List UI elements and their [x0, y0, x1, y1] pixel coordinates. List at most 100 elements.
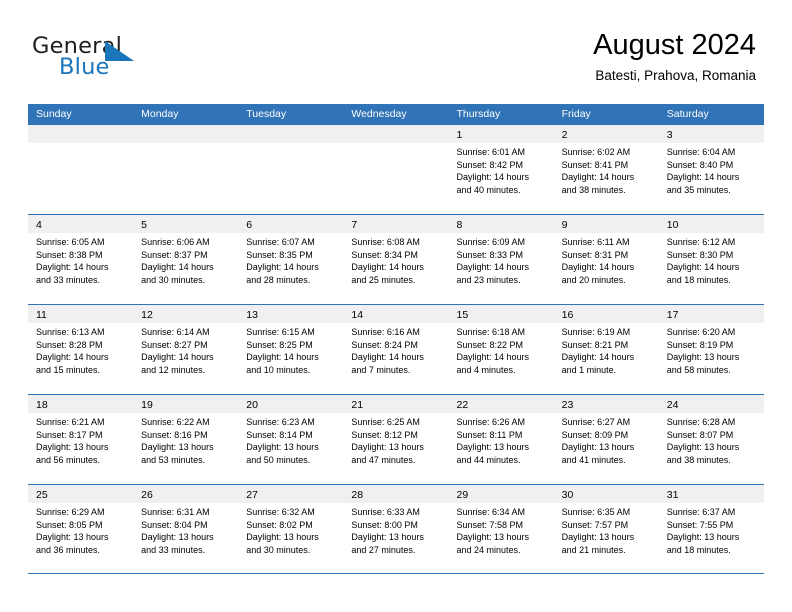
day-details: Sunrise: 6:28 AM Sunset: 8:07 PM Daylight:…	[659, 413, 764, 466]
calendar-week-row: 25 Sunrise: 6:29 AM Sunset: 8:05 PM Dayligh…	[28, 484, 764, 574]
day-number: 9	[561, 219, 568, 231]
day-number-band: 25	[28, 485, 134, 503]
sunrise-text: Sunrise: 6:15 AM	[246, 327, 315, 337]
day-details: Sunrise: 6:12 AM Sunset: 8:30 PM Daylight:…	[659, 233, 764, 286]
daylight-text: Daylight: 13 hours	[561, 532, 635, 543]
day-cell-empty	[343, 125, 449, 214]
day-cell[interactable]: 14 Sunrise: 6:16 AM Sunset: 8:24 PM Dayligh…	[343, 305, 449, 394]
day-cell[interactable]: 28 Sunrise: 6:33 AM Sunset: 8:00 PM Dayligh…	[343, 485, 449, 573]
general-blue-logo[interactable]: General Blue	[32, 33, 212, 83]
day-number: 18	[36, 399, 48, 411]
day-cell[interactable]: 23 Sunrise: 6:27 AM Sunset: 8:09 PM Dayligh…	[553, 395, 659, 484]
day-cell[interactable]: 8 Sunrise: 6:09 AM Sunset: 8:33 PM Daylight…	[448, 215, 554, 304]
daylight-text: Daylight: 13 hours	[666, 352, 740, 363]
day-number: 31	[666, 489, 679, 501]
day-details: Sunrise: 6:34 AM Sunset: 7:58 PM Daylight:…	[449, 503, 554, 556]
sunrise-text: Sunrise: 6:29 AM	[36, 507, 105, 517]
sunrise-text: Sunrise: 6:11 AM	[561, 237, 630, 247]
day-cell[interactable]: 17 Sunrise: 6:20 AM Sunset: 8:19 PM Dayligh…	[658, 305, 764, 394]
daylight-text: Daylight: 13 hours	[666, 532, 740, 543]
day-cell[interactable]: 13 Sunrise: 6:15 AM Sunset: 8:25 PM Dayligh…	[238, 305, 344, 394]
day-cell[interactable]: 29 Sunrise: 6:34 AM Sunset: 7:58 PM Dayligh…	[448, 485, 554, 573]
sunrise-text: Sunrise: 6:27 AM	[561, 417, 631, 427]
day-number-band: 13	[238, 305, 344, 323]
day-cell[interactable]: 4 Sunrise: 6:05 AM Sunset: 8:38 PM Daylight…	[28, 215, 134, 304]
day-cell[interactable]: 25 Sunrise: 6:29 AM Sunset: 8:05 PM Dayligh…	[28, 485, 134, 573]
day-number-band: 4	[28, 215, 134, 233]
day-cell[interactable]: 24 Sunrise: 6:28 AM Sunset: 8:07 PM Dayligh…	[658, 395, 764, 484]
day-cell[interactable]: 18 Sunrise: 6:21 AM Sunset: 8:17 PM Dayligh…	[28, 395, 134, 484]
sunrise-text: Sunrise: 6:33 AM	[351, 507, 420, 517]
day-number: 8	[456, 219, 463, 231]
calendar-week-row: 1 Sunrise: 6:01 AM Sunset: 8:42 PM Daylight…	[28, 124, 764, 214]
daylight-text: Daylight: 14 hours	[561, 172, 635, 183]
day-details: Sunrise: 6:37 AM Sunset: 7:55 PM Daylight:…	[659, 503, 764, 556]
weekday-header-row: Sunday Monday Tuesday Wednesday Thursday Frid…	[28, 104, 764, 124]
day-cell-empty	[238, 125, 344, 214]
daylight-text: Daylight: 14 hours	[246, 262, 319, 273]
calendar-grid: Sunday Monday Tuesday Wednesday Thursday Frid…	[28, 104, 764, 574]
day-cell[interactable]: 22 Sunrise: 6:26 AM Sunset: 8:11 PM Dayligh…	[448, 395, 554, 484]
day-cell[interactable]: 15 Sunrise: 6:18 AM Sunset: 8:22 PM Dayligh…	[448, 305, 554, 394]
day-number: 14	[351, 309, 364, 321]
day-number: 24	[666, 399, 679, 411]
day-number-band: 5	[133, 215, 239, 233]
sunset-text: Sunset: 8:41 PM	[561, 159, 629, 170]
daylight-text-cont: and 28 minutes.	[246, 274, 311, 285]
daylight-text-cont: and 50 minutes.	[246, 454, 311, 465]
day-number-band: 17	[658, 305, 764, 323]
day-cell[interactable]: 3 Sunrise: 6:04 AM Sunset: 8:40 PM Daylight…	[658, 125, 764, 214]
day-number: 17	[666, 309, 679, 321]
day-details: Sunrise: 6:23 AM Sunset: 8:14 PM Daylight:…	[238, 413, 343, 466]
sunrise-text: Sunrise: 6:16 AM	[351, 327, 420, 337]
daylight-text: Daylight: 14 hours	[666, 262, 740, 273]
sunset-text: Sunset: 8:17 PM	[36, 429, 103, 440]
weekday-header-sunday: Sunday	[36, 108, 72, 120]
sunset-text: Sunset: 8:30 PM	[666, 249, 734, 260]
day-cell[interactable]: 5 Sunrise: 6:06 AM Sunset: 8:37 PM Daylight…	[133, 215, 239, 304]
sunset-text: Sunset: 8:31 PM	[561, 249, 629, 260]
day-cell[interactable]: 10 Sunrise: 6:12 AM Sunset: 8:30 PM Dayligh…	[658, 215, 764, 304]
sunrise-text: Sunrise: 6:31 AM	[141, 507, 210, 517]
day-cell[interactable]: 11 Sunrise: 6:13 AM Sunset: 8:28 PM Dayligh…	[28, 305, 134, 394]
day-details: Sunrise: 6:04 AM Sunset: 8:40 PM Daylight:…	[659, 143, 764, 196]
day-cell[interactable]: 19 Sunrise: 6:22 AM Sunset: 8:16 PM Dayligh…	[133, 395, 239, 484]
logo-text-blue: Blue	[59, 54, 110, 80]
day-cell[interactable]: 21 Sunrise: 6:25 AM Sunset: 8:12 PM Dayligh…	[343, 395, 449, 484]
day-number: 5	[141, 219, 147, 231]
day-number: 22	[456, 399, 469, 411]
day-cell[interactable]: 31 Sunrise: 6:37 AM Sunset: 7:55 PM Dayligh…	[658, 485, 764, 573]
calendar-weeks: 1 Sunrise: 6:01 AM Sunset: 8:42 PM Daylight…	[28, 124, 764, 574]
weekday-header-friday: Friday	[561, 108, 591, 120]
daylight-text: Daylight: 14 hours	[561, 262, 635, 273]
daylight-text-cont: and 35 minutes.	[666, 184, 731, 195]
day-details: Sunrise: 6:32 AM Sunset: 8:02 PM Daylight:…	[238, 503, 343, 556]
day-cell[interactable]: 27 Sunrise: 6:32 AM Sunset: 8:02 PM Dayligh…	[238, 485, 344, 573]
day-number-band: 8	[448, 215, 554, 233]
day-cell[interactable]: 12 Sunrise: 6:14 AM Sunset: 8:27 PM Dayligh…	[133, 305, 239, 394]
daylight-text-cont: and 4 minutes.	[456, 364, 516, 375]
day-details: Sunrise: 6:11 AM Sunset: 8:31 PM Daylight:…	[554, 233, 659, 286]
day-cell[interactable]: 2 Sunrise: 6:02 AM Sunset: 8:41 PM Daylight…	[553, 125, 659, 214]
day-details: Sunrise: 6:01 AM Sunset: 8:42 PM Daylight:…	[449, 143, 554, 196]
day-cell[interactable]: 9 Sunrise: 6:11 AM Sunset: 8:31 PM Daylight…	[553, 215, 659, 304]
daylight-text-cont: and 7 minutes.	[351, 364, 411, 375]
day-cell[interactable]: 16 Sunrise: 6:19 AM Sunset: 8:21 PM Dayligh…	[553, 305, 659, 394]
day-number-band: 6	[238, 215, 344, 233]
daylight-text-cont: and 20 minutes.	[561, 274, 626, 285]
day-cell[interactable]: 26 Sunrise: 6:31 AM Sunset: 8:04 PM Dayligh…	[133, 485, 239, 573]
sunset-text: Sunset: 8:42 PM	[456, 159, 524, 170]
daylight-text-cont: and 18 minutes.	[666, 274, 731, 285]
daylight-text-cont: and 58 minutes.	[666, 364, 731, 375]
day-cell[interactable]: 6 Sunrise: 6:07 AM Sunset: 8:35 PM Daylight…	[238, 215, 344, 304]
day-number: 20	[246, 399, 258, 411]
day-cell[interactable]: 7 Sunrise: 6:08 AM Sunset: 8:34 PM Daylight…	[343, 215, 449, 304]
day-cell[interactable]: 20 Sunrise: 6:23 AM Sunset: 8:14 PM Dayligh…	[238, 395, 344, 484]
day-cell[interactable]: 1 Sunrise: 6:01 AM Sunset: 8:42 PM Daylight…	[448, 125, 554, 214]
day-details: Sunrise: 6:16 AM Sunset: 8:24 PM Daylight:…	[343, 323, 448, 376]
sunset-text: Sunset: 8:25 PM	[246, 339, 313, 350]
daylight-text: Daylight: 14 hours	[141, 262, 214, 273]
sunrise-text: Sunrise: 6:20 AM	[666, 327, 736, 337]
daylight-text-cont: and 56 minutes.	[36, 454, 101, 465]
day-cell[interactable]: 30 Sunrise: 6:35 AM Sunset: 7:57 PM Dayligh…	[553, 485, 659, 573]
